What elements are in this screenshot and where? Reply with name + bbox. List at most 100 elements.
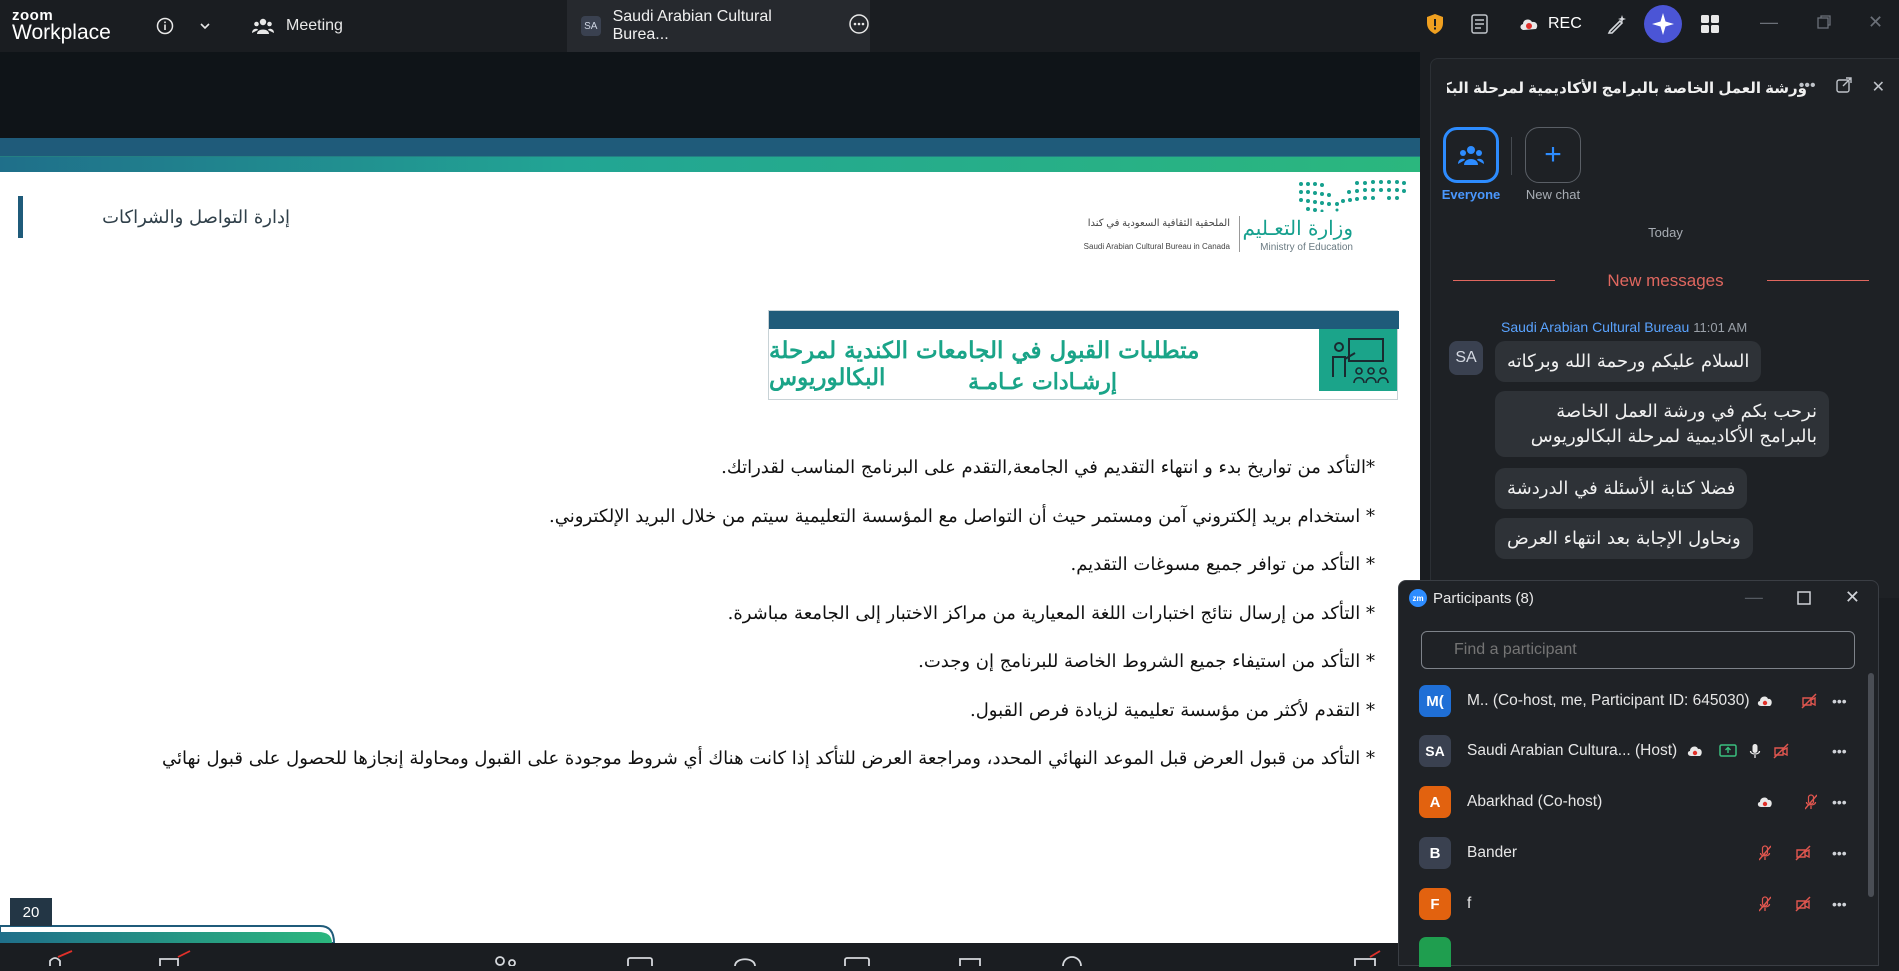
participant-more-icon[interactable]: ••• bbox=[1832, 845, 1847, 861]
list-item: * التأكد من استيفاء جميع الشروط الخاصة ل… bbox=[918, 651, 1375, 672]
cloud-record-icon bbox=[1757, 696, 1772, 706]
list-item: * التأكد من إرسال نتائج اختبارات اللغة ا… bbox=[727, 602, 1375, 624]
avatar: M( bbox=[1419, 685, 1451, 717]
plus-icon: + bbox=[1544, 138, 1562, 171]
chat-message[interactable]: فضلا كتابة الأسئلة في الدردشة bbox=[1495, 468, 1748, 509]
chat-message[interactable]: السلام عليكم ورحمة الله وبركاته bbox=[1495, 341, 1762, 382]
chat-title: ورشة العمل الخاصة بالبرامج الأكاديمية لم… bbox=[1447, 80, 1807, 97]
list-item: * التأكد من توافر جميع مسوغات التقديم. bbox=[1070, 554, 1375, 575]
logo-bottom-text: Workplace bbox=[12, 21, 111, 44]
participant-name: M.. (Co-host, me, Participant ID: 645030… bbox=[1467, 692, 1750, 709]
participants-icon bbox=[252, 18, 274, 34]
list-item: * التأكد من قبول العرض قبل الموعد النهائ… bbox=[162, 748, 1375, 769]
chat-header-controls: ••• ✕ bbox=[1799, 77, 1885, 98]
video-off-icon bbox=[1773, 743, 1789, 759]
new-messages-divider: New messages bbox=[1607, 271, 1724, 290]
department-label: إدارة التواصل والشراكات bbox=[18, 196, 298, 238]
chat-message[interactable]: ونحاول الإجابة بعد انتهاء العرض bbox=[1495, 518, 1753, 559]
message-sender: Saudi Arabian Cultural Bureau 11:01 AM bbox=[1501, 319, 1747, 335]
microphone-icon bbox=[1749, 744, 1761, 758]
pop-out-icon[interactable] bbox=[1835, 77, 1852, 98]
more-options-icon[interactable]: ••• bbox=[1799, 77, 1816, 98]
minimize-icon[interactable]: — bbox=[1745, 587, 1763, 610]
participants-panel: zm Participants (8) — ✕ M( M.. (Co-host,… bbox=[1398, 580, 1879, 967]
everyone-chat-button[interactable] bbox=[1443, 127, 1499, 183]
cloud-record-icon bbox=[1757, 797, 1772, 807]
meeting-label: Meeting bbox=[286, 17, 343, 34]
pen-sparkle-icon[interactable] bbox=[1606, 0, 1628, 48]
info-icon[interactable] bbox=[155, 0, 175, 52]
maximize-icon[interactable] bbox=[1797, 587, 1811, 610]
avatar: B bbox=[1419, 837, 1451, 869]
avatar: SA bbox=[1419, 735, 1451, 767]
avatar: SA bbox=[1449, 341, 1483, 375]
ministry-dots-graphic bbox=[1299, 180, 1406, 212]
meeting-tab[interactable]: Meeting bbox=[252, 0, 343, 52]
participant-more-icon[interactable]: ••• bbox=[1832, 896, 1847, 912]
ministry-name-en: Ministry of Education bbox=[1260, 242, 1353, 253]
more-options-icon[interactable] bbox=[848, 13, 870, 40]
slide-title-line2: إرشـادات عـامـة bbox=[968, 369, 1117, 395]
video-off-icon bbox=[1795, 896, 1811, 912]
close-icon[interactable]: ✕ bbox=[1845, 587, 1860, 610]
cloud-record-icon bbox=[1520, 19, 1538, 30]
teacher-icon bbox=[1319, 329, 1397, 391]
participant-status-icons bbox=[1759, 896, 1811, 912]
screen-share-icon bbox=[1719, 744, 1737, 757]
avatar: F bbox=[1419, 888, 1451, 920]
maximize-window-icon[interactable] bbox=[1816, 14, 1832, 35]
participant-status-icons bbox=[1759, 845, 1811, 861]
participant-name: Abarkhad (Co-host) bbox=[1467, 793, 1603, 810]
video-area-top bbox=[0, 52, 1420, 138]
minimize-window-icon[interactable]: — bbox=[1760, 12, 1778, 33]
page-number-badge: 20 bbox=[10, 898, 52, 926]
participant-row[interactable]: A Abarkhad (Co-host) ••• bbox=[1399, 777, 1859, 827]
new-messages-line-right bbox=[1767, 280, 1869, 281]
microphone-muted-icon bbox=[1759, 896, 1771, 912]
record-indicator[interactable]: REC bbox=[1518, 0, 1582, 48]
chevron-down-icon[interactable] bbox=[198, 0, 212, 52]
participants-header: zm Participants (8) bbox=[1409, 589, 1534, 607]
slide-title-box: متطلبات القبول في الجامعات الكندية لمرحل… bbox=[768, 310, 1399, 400]
participant-more-icon[interactable]: ••• bbox=[1832, 743, 1847, 759]
group-icon bbox=[1458, 146, 1484, 165]
tab-title: Saudi Arabian Cultural Burea... bbox=[612, 8, 772, 43]
participant-row[interactable]: SA Saudi Arabian Cultura... (Host) ••• bbox=[1399, 726, 1859, 776]
shield-icon[interactable] bbox=[1425, 0, 1445, 48]
active-meeting-tab[interactable]: SA Saudi Arabian Cultural Burea... bbox=[567, 0, 870, 52]
ai-companion-icon[interactable] bbox=[1644, 5, 1682, 43]
participant-status-icons bbox=[1757, 693, 1817, 709]
apps-icon[interactable] bbox=[1700, 0, 1720, 48]
participant-more-icon[interactable]: ••• bbox=[1832, 794, 1847, 810]
tab-avatar: SA bbox=[581, 16, 601, 36]
participant-more-icon[interactable]: ••• bbox=[1832, 693, 1847, 709]
new-chat-label: New chat bbox=[1525, 187, 1581, 202]
top-bar: zoom Workplace Meeting SA Saudi Arabian … bbox=[0, 0, 1899, 52]
close-window-icon[interactable]: ✕ bbox=[1868, 12, 1883, 33]
list-item: *التأكد من تواريخ بدء و انتهاء التقديم ف… bbox=[721, 457, 1375, 478]
chat-message[interactable]: نرحب بكم في ورشة العمل الخاصة بالبرامج ا… bbox=[1495, 391, 1829, 457]
shared-slide: إدارة التواصل والشراكات وزارة التعـليم M… bbox=[0, 138, 1420, 943]
title-box-bar bbox=[769, 311, 1399, 329]
participant-row[interactable]: F f ••• bbox=[1399, 879, 1859, 929]
participants-window-controls: — ✕ bbox=[1745, 587, 1860, 610]
list-item: * التقدم لأكثر من مؤسسة تعليمية لزيادة ف… bbox=[969, 699, 1375, 721]
participant-status-icons bbox=[1687, 743, 1789, 759]
search-input[interactable] bbox=[1421, 631, 1855, 669]
video-off-icon bbox=[1795, 845, 1811, 861]
bureau-name-en: Saudi Arabian Cultural Bureau in Canada bbox=[1083, 242, 1230, 251]
zoom-logo: zoom Workplace bbox=[12, 8, 111, 43]
ministry-logo: وزارة التعـليم Ministry of Education الم… bbox=[1070, 176, 1415, 266]
participant-status-icons bbox=[1757, 794, 1817, 810]
new-chat-button[interactable]: + bbox=[1525, 127, 1581, 183]
participants-scrollbar[interactable] bbox=[1868, 673, 1874, 897]
participant-row[interactable]: B Bander ••• bbox=[1399, 828, 1859, 878]
ministry-name-ar: وزارة التعـليم bbox=[1242, 216, 1353, 240]
notes-icon[interactable] bbox=[1470, 0, 1490, 48]
close-chat-icon[interactable]: ✕ bbox=[1872, 77, 1885, 98]
message-time: 11:01 AM bbox=[1693, 320, 1748, 335]
participant-name: f bbox=[1467, 895, 1472, 912]
cloud-record-icon bbox=[1687, 746, 1702, 756]
chat-panel: ورشة العمل الخاصة بالبرامج الأكاديمية لم… bbox=[1430, 58, 1899, 598]
participant-row[interactable]: M( M.. (Co-host, me, Participant ID: 645… bbox=[1399, 676, 1859, 726]
